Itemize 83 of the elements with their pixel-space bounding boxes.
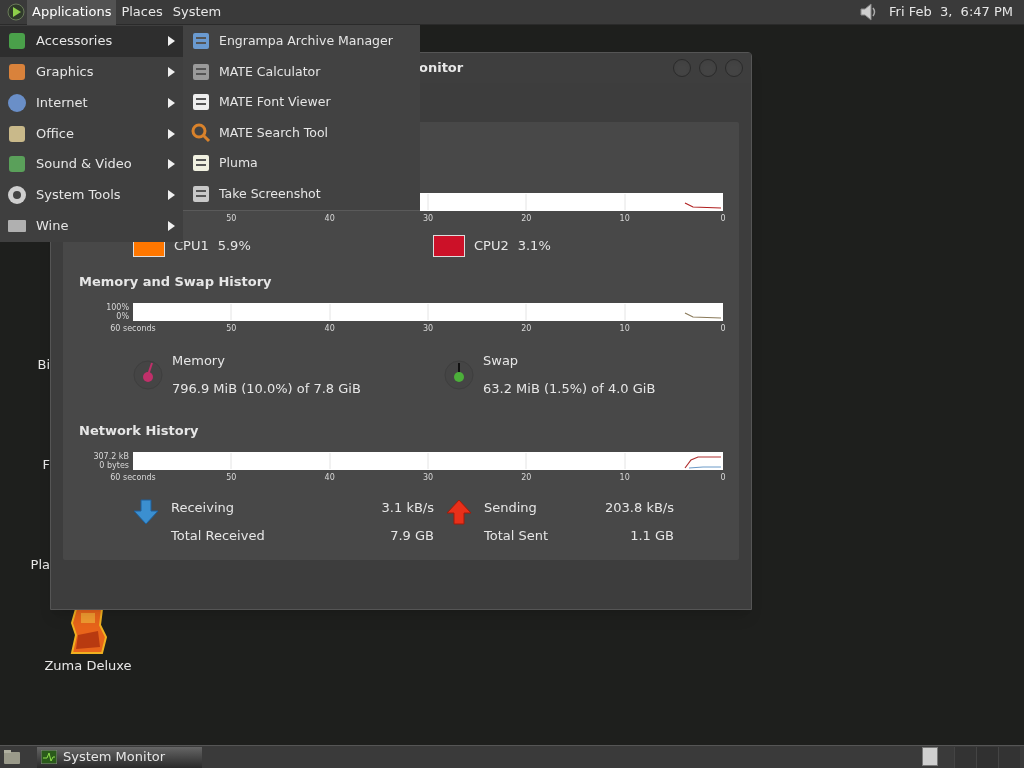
taskbar-button[interactable]: System Monitor (37, 746, 202, 768)
menu-item[interactable]: System Tools (0, 179, 183, 211)
desktop-icon-label[interactable]: Zuma Deluxe (44, 657, 132, 675)
submenu-arrow-icon (168, 36, 175, 47)
menu-item[interactable]: Sound & Video (0, 148, 183, 180)
submenu-arrow-icon (168, 67, 175, 78)
down-arrow-icon (133, 499, 159, 525)
submenu-arrow-icon (168, 189, 175, 200)
menu-item[interactable]: Internet (0, 87, 183, 119)
axis-label: 10 (619, 473, 630, 483)
stat-label: Sending (484, 499, 538, 517)
submenu-arrow-icon (168, 159, 175, 170)
menu-item[interactable]: MATE Search Tool (183, 117, 420, 148)
submenu-arrow-icon (168, 97, 175, 108)
stat-value: 7.9 GB (389, 527, 434, 545)
axis-label: 100% (106, 303, 129, 312)
stat-label: Receiving (171, 499, 235, 517)
axis-label: 20 (521, 324, 532, 334)
cpu-name: CPU2 (474, 237, 509, 255)
axis-label: 50 (226, 324, 237, 334)
axis-label: 10 (619, 214, 630, 224)
monitor-app-icon (41, 750, 57, 764)
submenu-arrow-icon (168, 220, 175, 231)
axis-label: 0% (116, 312, 129, 321)
gear-icon (7, 184, 27, 205)
axis-label: 0 bytes (99, 461, 129, 470)
desktop-icon-label[interactable]: Pla (0, 556, 50, 574)
trend-line (684, 312, 722, 319)
show-desktop-icon[interactable] (3, 749, 21, 765)
stat-value: 203.8 kB/s (605, 499, 674, 517)
stat-label: Total Sent (484, 527, 550, 545)
stat-value: 3.1 kB/s (381, 499, 434, 517)
menu-item[interactable]: Graphics (0, 56, 183, 88)
panel-menu[interactable]: System (167, 0, 227, 25)
menu-item[interactable]: Office (0, 118, 183, 149)
axis-label: 60 seconds (110, 324, 156, 334)
cpu-value: 5.9% (217, 237, 251, 255)
panel-menu[interactable]: Applications (27, 0, 117, 25)
magnifier-icon (191, 122, 211, 143)
workspace-switcher[interactable] (922, 746, 1020, 768)
section-title: Network History (79, 422, 200, 440)
panel-menu[interactable]: Places (116, 0, 168, 25)
menu-item[interactable]: MATE Font Viewer (183, 87, 420, 118)
axis-label: 307.2 kB (93, 452, 129, 461)
menu-item[interactable]: Accessories (0, 26, 183, 57)
axis-label: 40 (324, 324, 335, 334)
axis-label: 20 (521, 214, 532, 224)
axis-label: 40 (324, 473, 335, 483)
logo-icon (7, 3, 25, 21)
desktop-icon-label[interactable]: F (0, 456, 50, 474)
window-title: onitor (419, 59, 464, 77)
legend-name: Swap (483, 352, 520, 370)
stat-label: Total Received (171, 527, 266, 545)
axis-label: 10 (619, 324, 630, 334)
color-swatch[interactable] (433, 235, 465, 257)
axis-label: 0 (720, 214, 726, 224)
axis-label: 50 (226, 214, 237, 224)
axis-label: 30 (422, 324, 434, 334)
trend-line (684, 202, 722, 209)
game-icon[interactable] (68, 607, 108, 655)
axis-label: 40 (324, 214, 335, 224)
axis-label: 50 (226, 473, 237, 483)
axis-label: 60 seconds (110, 473, 156, 483)
menu-item[interactable]: Wine (0, 210, 183, 242)
menu-item[interactable]: Pluma (183, 148, 420, 179)
menu-item[interactable]: MATE Calculator (183, 56, 420, 87)
menu-item[interactable]: Engrampa Archive Manager (183, 26, 420, 57)
axis-label: 20 (521, 473, 532, 483)
cpu-value: 3.1% (517, 237, 551, 255)
legend-value: 796.9 MiB (10.0%) of 7.8 GiB (172, 380, 361, 398)
section-title: Memory and Swap History (79, 273, 273, 291)
stat-value: 1.1 GB (629, 527, 674, 545)
clock[interactable]: Fri Feb 3, 6:47 PM (889, 3, 1013, 21)
desktop-icon-label[interactable]: Bi (0, 356, 50, 374)
up-arrow-icon (446, 499, 472, 525)
axis-label: 30 (422, 473, 434, 483)
axis-label: 0 (720, 473, 726, 483)
submenu-arrow-icon (168, 128, 175, 139)
legend-value: 63.2 MiB (1.5%) of 4.0 GiB (483, 380, 656, 398)
legend-name: Memory (172, 352, 226, 370)
menu-item[interactable]: Take Screenshot (183, 178, 420, 209)
axis-label: 0 (720, 324, 726, 334)
axis-label: 30 (422, 214, 434, 224)
